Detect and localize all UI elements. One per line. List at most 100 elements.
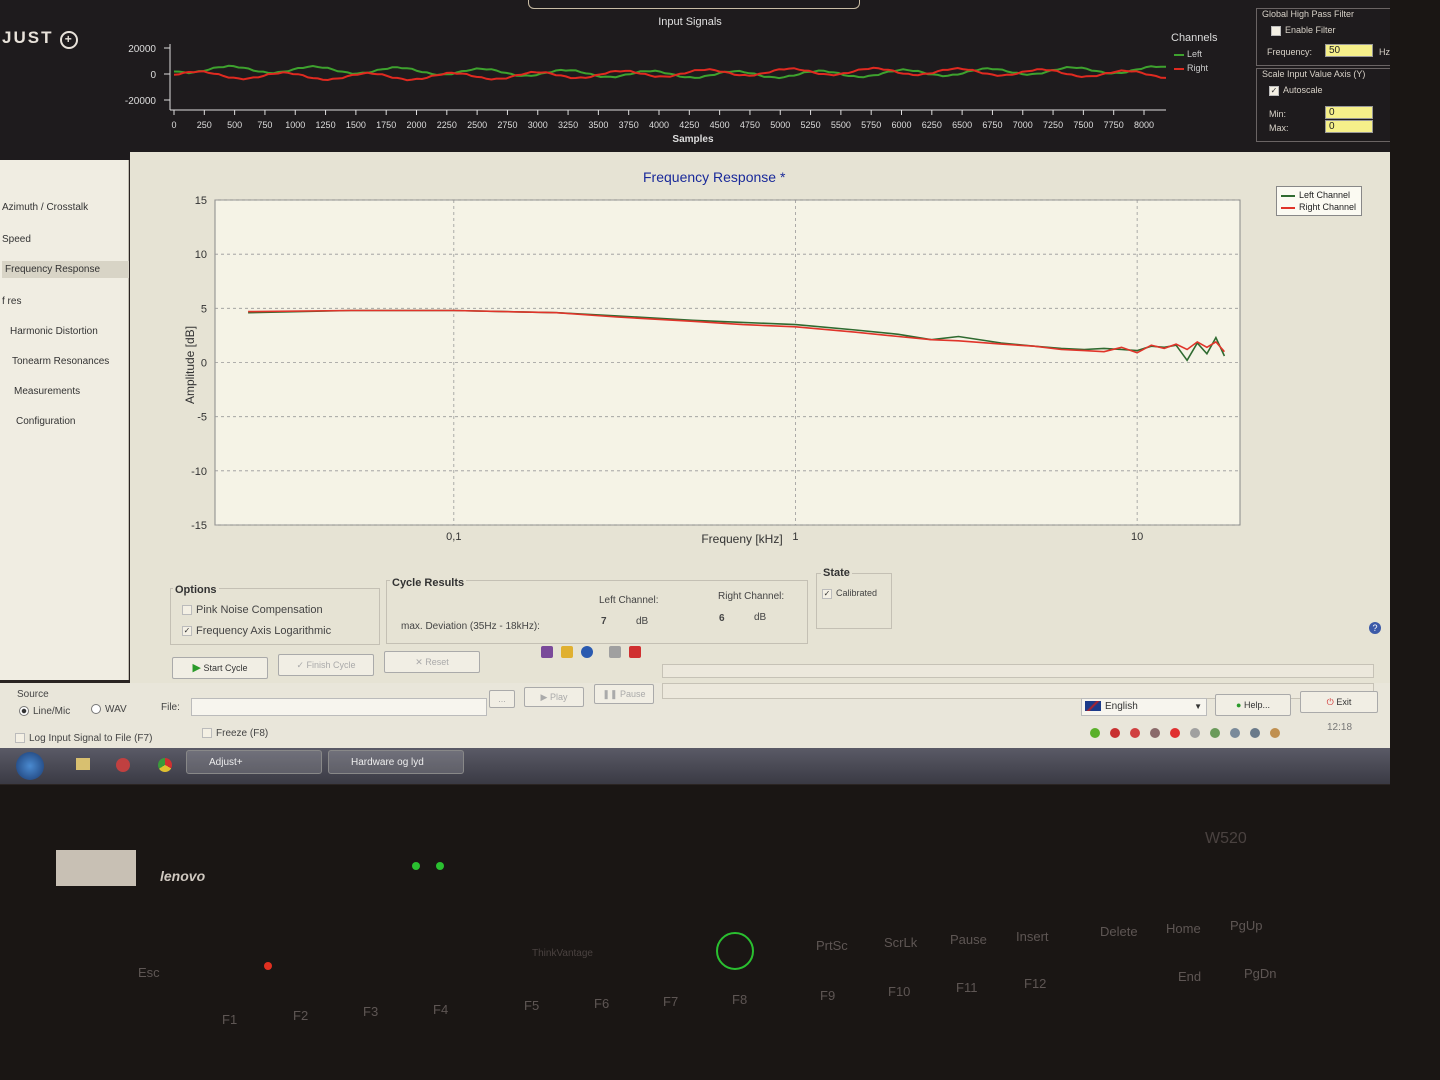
signal-x-tick: 5750 — [861, 120, 881, 130]
tray-icon-flag[interactable] — [1150, 728, 1160, 738]
frequency-input[interactable]: 50 — [1325, 44, 1373, 57]
plus-circle-icon: + — [60, 31, 79, 49]
hpf-title: Global High Pass Filter — [1262, 9, 1355, 19]
model-label: W520 — [1205, 830, 1247, 847]
help-button[interactable]: ● Help... — [1215, 694, 1291, 716]
tray-icon-network[interactable] — [1210, 728, 1220, 738]
key-f5[interactable]: F5 — [524, 998, 539, 1013]
media-icon[interactable] — [116, 758, 130, 772]
key-prtsc[interactable]: PrtSc — [816, 938, 848, 953]
tray-icon-battery[interactable] — [1230, 728, 1240, 738]
key-pgdn[interactable]: PgDn — [1244, 966, 1277, 981]
sidebar-item-azimuth[interactable]: Azimuth / Crosstalk — [2, 202, 88, 213]
log-input-box[interactable] — [15, 733, 25, 744]
key-f7[interactable]: F7 — [663, 994, 678, 1009]
key-pause[interactable]: Pause — [950, 932, 987, 947]
key-f4[interactable]: F4 — [433, 1002, 448, 1017]
pause-icon: ❚❚ — [602, 689, 618, 699]
task-hardware[interactable]: Hardware og lyd — [328, 750, 464, 774]
key-f3[interactable]: F3 — [363, 1004, 378, 1019]
info-icon[interactable] — [581, 646, 593, 658]
power-button-icon[interactable] — [716, 932, 754, 970]
freeze-box[interactable] — [202, 728, 212, 739]
sidebar-item-harmonic-distortion[interactable]: Harmonic Distortion — [10, 326, 98, 337]
pause-button[interactable]: ❚❚ Pause — [594, 684, 654, 704]
exit-button[interactable]: ⏻ Exit — [1300, 691, 1378, 713]
options-title: Options — [173, 584, 219, 596]
y-tick-label: 10 — [195, 249, 207, 261]
tray-icon-display[interactable] — [1250, 728, 1260, 738]
log-input-checkbox[interactable]: Log Input Signal to File (F7) — [15, 733, 152, 744]
key-home[interactable]: Home — [1166, 921, 1201, 936]
pink-noise-box[interactable] — [182, 605, 192, 616]
open-folder-icon[interactable] — [561, 646, 573, 658]
min-input[interactable]: 0 — [1325, 106, 1373, 119]
file-input[interactable] — [191, 698, 487, 716]
key-esc[interactable]: Esc — [138, 965, 160, 980]
volume-icon[interactable] — [1270, 728, 1280, 738]
key-f11[interactable]: F11 — [956, 980, 977, 995]
sidebar-item-tonearm-resonances[interactable]: Tonearm Resonances — [12, 356, 109, 367]
sidebar-item-speed[interactable]: Speed — [2, 234, 31, 245]
tray-icon-device[interactable] — [1190, 728, 1200, 738]
key-end[interactable]: End — [1178, 969, 1201, 984]
key-f1[interactable]: F1 — [222, 1012, 237, 1027]
signal-x-tick: 6500 — [952, 120, 972, 130]
key-insert[interactable]: Insert — [1016, 929, 1049, 944]
key-scrlk[interactable]: ScrLk — [884, 935, 917, 950]
file-label: File: — [161, 702, 180, 713]
sidebar-item-measurements[interactable]: Measurements — [14, 386, 80, 397]
autoscale-checkbox[interactable]: ✓ Autoscale — [1269, 85, 1323, 96]
reset-button[interactable]: ✕ Reset — [384, 651, 480, 673]
channels-title: Channels — [1171, 32, 1218, 44]
freeze-checkbox[interactable]: Freeze (F8) — [202, 728, 268, 739]
key-f12[interactable]: F12 — [1024, 976, 1046, 991]
sidebar-item-configuration[interactable]: Configuration — [16, 416, 75, 427]
signal-x-tick: 6250 — [922, 120, 942, 130]
key-delete[interactable]: Delete — [1100, 924, 1138, 939]
log-axis-checkbox[interactable]: ✓ Frequency Axis Logarithmic — [182, 625, 331, 637]
key-f8[interactable]: F8 — [732, 992, 747, 1007]
sidebar-item-f-res[interactable]: f res — [2, 296, 21, 307]
tray-icon-w[interactable] — [1090, 728, 1100, 738]
lenovo-logo: lenovo — [160, 868, 206, 884]
play-button[interactable]: ▶ Play — [524, 687, 584, 707]
wav-radio[interactable]: WAV — [91, 704, 127, 715]
signal-x-tick: 4000 — [649, 120, 669, 130]
finish-cycle-button[interactable]: ✓ Finish Cycle — [278, 654, 374, 676]
print-icon[interactable] — [609, 646, 621, 658]
enable-filter-box[interactable] — [1271, 25, 1281, 36]
help-icon[interactable]: ? — [1369, 622, 1381, 634]
chrome-icon[interactable] — [158, 758, 172, 772]
y-tick-label: -10 — [191, 466, 207, 478]
y-axis-label: Amplitude [dB] — [183, 326, 197, 404]
task-adjust[interactable]: Adjust+ — [186, 750, 322, 774]
pink-noise-checkbox[interactable]: Pink Noise Compensation — [182, 604, 323, 616]
key-f2[interactable]: F2 — [293, 1008, 308, 1023]
browse-button[interactable]: ... — [489, 690, 515, 708]
tray-icon-chat[interactable] — [1130, 728, 1140, 738]
y-tick-label: 15 — [195, 195, 207, 207]
max-input[interactable]: 0 — [1325, 120, 1373, 133]
signal-y-tick: 0 — [150, 70, 156, 81]
pdf-icon[interactable] — [629, 646, 641, 658]
clock[interactable]: 12:18 — [1327, 722, 1352, 733]
key-f9[interactable]: F9 — [820, 988, 835, 1003]
log-axis-box[interactable]: ✓ — [182, 626, 192, 637]
key-pgup[interactable]: PgUp — [1230, 918, 1263, 933]
autoscale-box[interactable]: ✓ — [1269, 85, 1279, 96]
key-f6[interactable]: F6 — [594, 996, 609, 1011]
start-cycle-button[interactable]: ▶ Start Cycle — [172, 657, 268, 679]
start-orb-icon[interactable] — [16, 752, 44, 780]
line-mic-radio[interactable]: Line/Mic — [19, 706, 70, 717]
left-channel-header: Left Channel: — [599, 595, 659, 606]
sidebar-item-frequency-response[interactable]: Frequency Response — [2, 261, 129, 278]
key-f10[interactable]: F10 — [888, 984, 910, 999]
explorer-icon[interactable] — [76, 758, 90, 770]
enable-filter-checkbox[interactable]: Enable Filter — [1271, 25, 1336, 36]
tray-icon-antivirus[interactable] — [1110, 728, 1120, 738]
save-icon[interactable] — [541, 646, 553, 658]
signal-x-tick: 2500 — [467, 120, 487, 130]
language-select[interactable]: English ▼ — [1081, 698, 1207, 716]
tray-icon-alert[interactable] — [1170, 728, 1180, 738]
